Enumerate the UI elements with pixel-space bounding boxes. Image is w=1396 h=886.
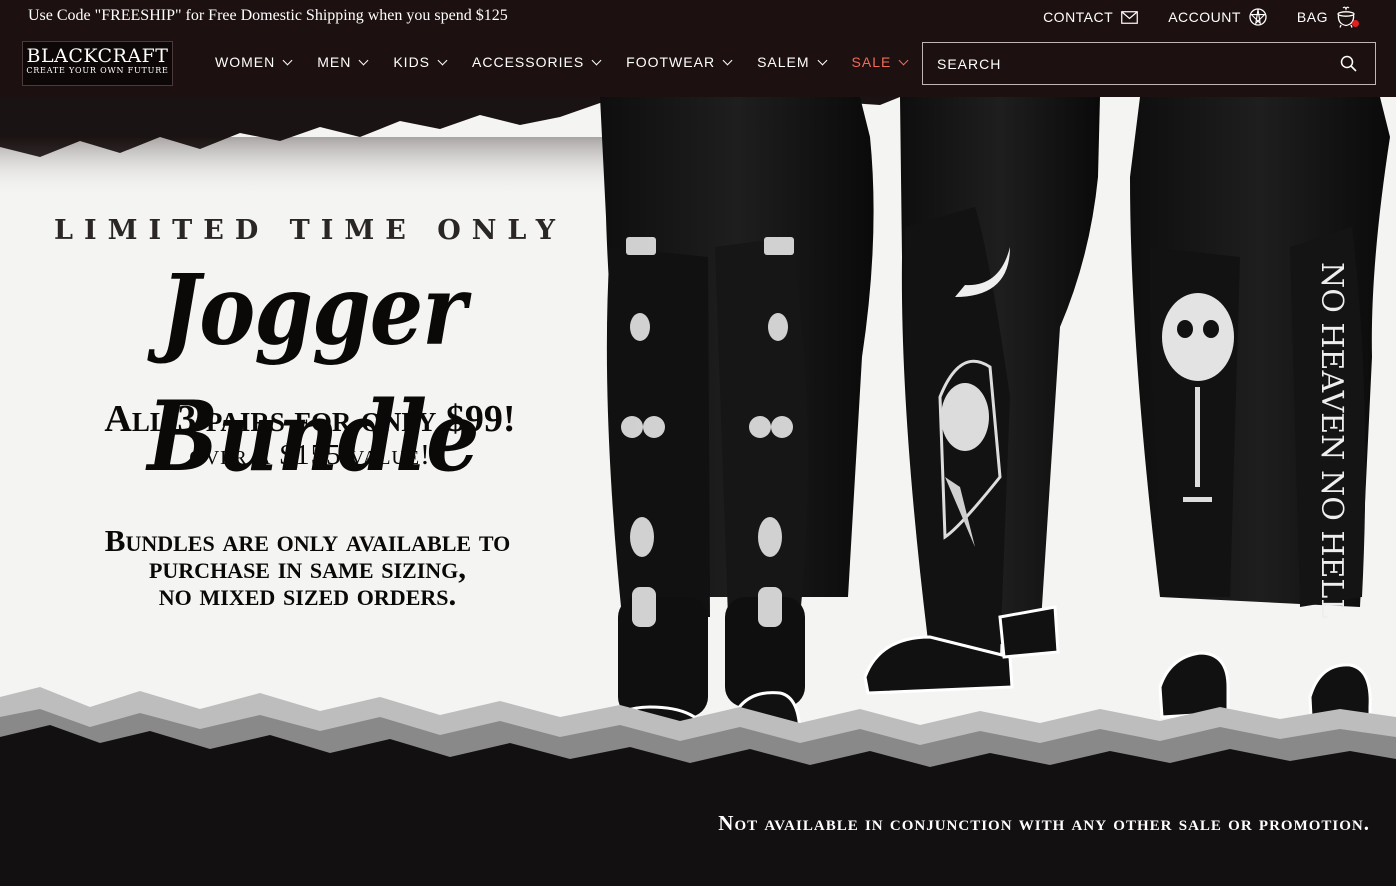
primary-nav: WOMEN MEN KIDS ACCESSORIES FOOTWEAR SALE… xyxy=(215,54,909,70)
nav-women[interactable]: WOMEN xyxy=(215,54,293,70)
main-navbar: BLACKCRAFT CREATE YOUR OWN FUTURE WOMEN … xyxy=(0,34,1396,97)
bundle-offer: All 3 pairs for only $99! xyxy=(104,398,516,440)
nav-accessories[interactable]: ACCESSORIES xyxy=(472,54,602,70)
nav-sale-label: SALE xyxy=(851,54,892,70)
mail-icon xyxy=(1121,10,1139,24)
promo-disclaimer: Not available in conjunction with any ot… xyxy=(718,811,1370,835)
bag-notification-dot xyxy=(1352,20,1359,27)
nav-footwear[interactable]: FOOTWEAR xyxy=(626,54,733,70)
nav-kids[interactable]: KIDS xyxy=(393,54,448,70)
chevron-down-icon xyxy=(358,55,369,65)
contact-label: CONTACT xyxy=(1043,9,1114,25)
bag-icon-wrap xyxy=(1336,6,1359,28)
chevron-down-icon xyxy=(282,55,293,65)
nav-men-label: MEN xyxy=(317,54,352,70)
limited-time-eyebrow: LIMITED TIME ONLY xyxy=(54,215,566,246)
top-promo-bar: Use Code "FREESHIP" for Free Domestic Sh… xyxy=(0,0,1396,34)
utility-links: CONTACT ACCOUNT BAG xyxy=(1043,6,1359,28)
chevron-down-icon xyxy=(817,55,827,65)
bag-link[interactable]: BAG xyxy=(1296,6,1359,28)
promo-text: Use Code "FREESHIP" for Free Domestic Sh… xyxy=(28,7,508,24)
nav-men[interactable]: MEN xyxy=(317,54,369,70)
nav-sale[interactable]: SALE xyxy=(851,54,909,70)
search-box xyxy=(922,42,1376,85)
chevron-down-icon xyxy=(722,55,733,65)
blackcraft-logo[interactable]: BLACKCRAFT CREATE YOUR OWN FUTURE xyxy=(22,41,173,86)
nav-accessories-label: ACCESSORIES xyxy=(472,54,585,70)
chevron-down-icon xyxy=(898,55,909,65)
search-input[interactable] xyxy=(923,43,1375,84)
account-label: ACCOUNT xyxy=(1168,9,1241,25)
nav-kids-label: KIDS xyxy=(393,54,431,70)
search-icon xyxy=(1340,55,1357,72)
hero-banner[interactable]: NO HEAVEN NO HELL LIMITED TIME ONLY Jogg… xyxy=(0,97,1396,886)
search-button[interactable] xyxy=(1340,55,1357,77)
pentagram-icon xyxy=(1249,8,1267,26)
bundle-terms: Bundles are only available to purchase i… xyxy=(40,525,575,612)
account-link[interactable]: ACCOUNT xyxy=(1168,8,1267,26)
chevron-down-icon xyxy=(591,55,602,65)
chevron-down-icon xyxy=(437,55,448,65)
nav-salem[interactable]: SALEM xyxy=(757,54,827,70)
logo-tagline: CREATE YOUR OWN FUTURE xyxy=(26,66,169,75)
nav-women-label: WOMEN xyxy=(215,54,276,70)
bag-label: BAG xyxy=(1296,9,1328,25)
terms-line-3: no mixed sized orders. xyxy=(158,577,457,612)
bundle-value: over a $155 value! xyxy=(189,439,431,471)
contact-link[interactable]: CONTACT xyxy=(1043,9,1139,25)
nav-footwear-label: FOOTWEAR xyxy=(626,54,716,70)
logo-wordmark: BLACKCRAFT xyxy=(26,45,169,67)
pant-print-text: NO HEAVEN NO HELL xyxy=(1314,262,1349,618)
nav-salem-label: SALEM xyxy=(757,54,810,70)
